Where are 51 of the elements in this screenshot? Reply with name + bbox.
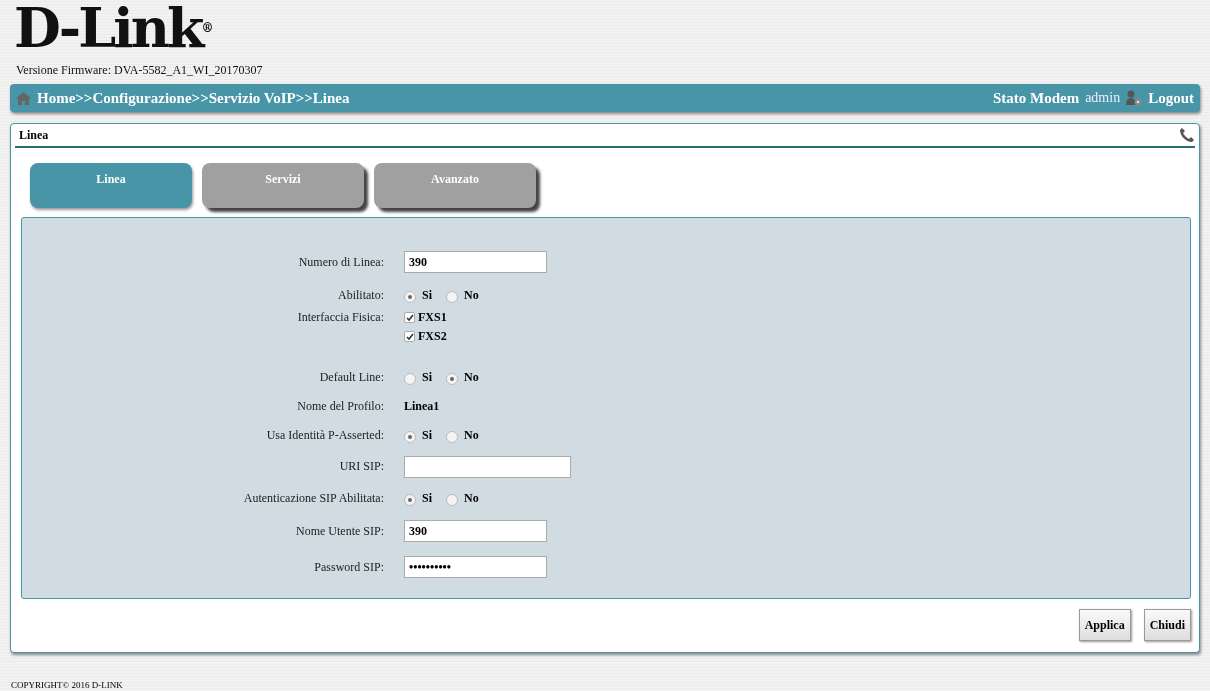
option-label: Si	[422, 490, 432, 506]
radio-button[interactable]	[446, 494, 458, 506]
radio-button[interactable]	[404, 494, 416, 506]
option-label: FXS2	[418, 329, 447, 344]
action-button[interactable]: Chiudi	[1143, 609, 1191, 641]
field-label: Password SIP:	[314, 559, 384, 575]
field-label: URI SIP:	[339, 459, 384, 474]
option-label: No	[464, 427, 479, 443]
tab[interactable]: Servizi	[202, 163, 364, 208]
tab[interactable]: Linea	[30, 163, 192, 208]
option-label: Si	[422, 427, 432, 443]
breadcrumb[interactable]: Home>>Configurazione>>Servizio VoIP>>Linea	[37, 89, 350, 107]
checkbox[interactable]	[404, 312, 415, 323]
option-label: No	[464, 369, 479, 385]
text-field[interactable]: 390	[404, 251, 547, 273]
field-label: Nome del Profilo:	[297, 398, 384, 414]
phone-icon	[1179, 127, 1195, 143]
action-button[interactable]: Applica	[1078, 609, 1131, 641]
option-label: FXS1	[418, 310, 447, 325]
radio-button[interactable]	[404, 431, 416, 443]
copyright: COPYRIGHT© 2016 D-LINK	[10, 680, 123, 691]
text-field[interactable]: ••••••••••	[404, 556, 547, 578]
tab[interactable]: Avanzato	[374, 163, 536, 208]
radio-button[interactable]	[404, 291, 416, 303]
username: admin	[1085, 90, 1121, 106]
field-value: Linea1	[404, 398, 441, 414]
option-label: Si	[422, 369, 432, 385]
field-label: Autenticazione SIP Abilitata:	[243, 490, 384, 506]
radio-button[interactable]	[446, 373, 458, 385]
status-link[interactable]: Stato Modem	[992, 89, 1080, 107]
text-field[interactable]	[404, 455, 571, 478]
option-label: No	[464, 287, 479, 303]
field-label: Usa Identità P-Asserted:	[266, 427, 384, 443]
field-label: Abilitato:	[338, 287, 384, 303]
field-label: Default Line:	[319, 369, 384, 385]
option-label: No	[464, 490, 479, 506]
radio-button[interactable]	[404, 373, 416, 385]
logout-link[interactable]: Logout	[1148, 89, 1194, 107]
field-label: Nome Utente SIP:	[296, 523, 384, 539]
home-icon[interactable]	[16, 91, 31, 105]
user-settings-icon[interactable]	[1126, 90, 1143, 106]
checkbox[interactable]	[404, 331, 415, 342]
field-label: Interfaccia Fisica:	[297, 310, 384, 325]
option-label: Si	[422, 287, 432, 303]
logo: D-Link®	[13, 0, 214, 56]
field-label: Numero di Linea:	[298, 254, 384, 270]
text-field[interactable]: 390	[404, 520, 547, 542]
radio-button[interactable]	[446, 291, 458, 303]
firmware-version: Versione Firmware: DVA-5582_A1_WI_20170307	[16, 63, 263, 78]
panel-title: Linea	[19, 127, 49, 143]
radio-button[interactable]	[446, 431, 458, 443]
